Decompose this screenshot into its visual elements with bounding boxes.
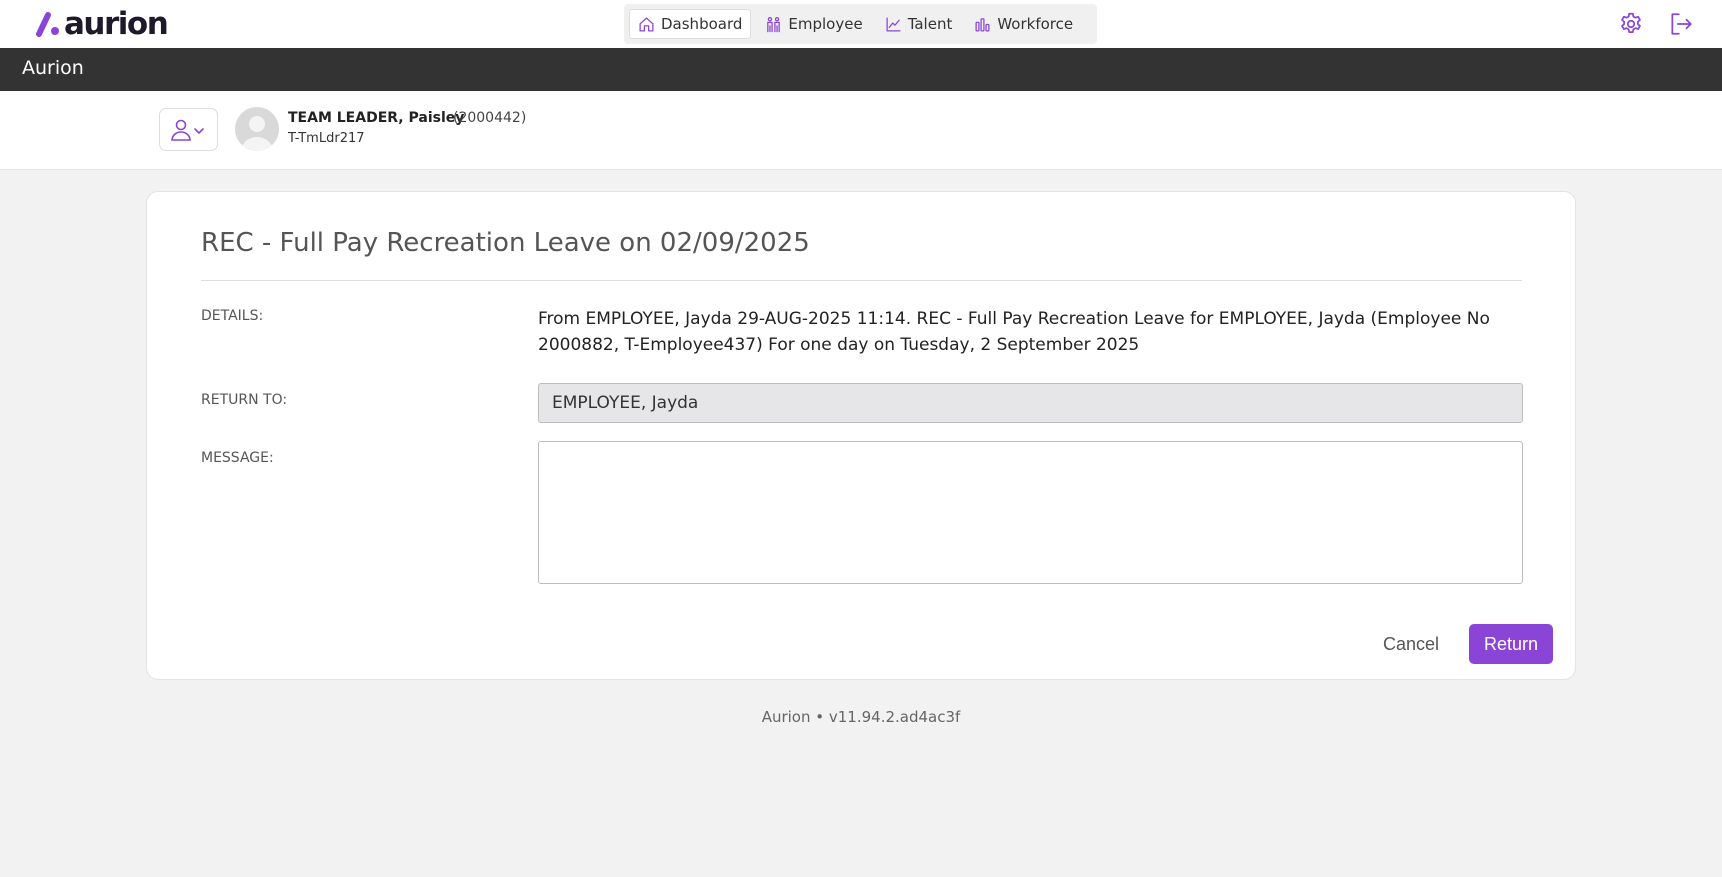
tab-employee-label: Employee xyxy=(788,15,863,33)
return-leave-form-card: REC - Full Pay Recreation Leave on 02/09… xyxy=(146,191,1576,680)
user-bar: TEAM LEADER, Paisley (2000442) T-TmLdr21… xyxy=(0,91,1722,170)
home-icon xyxy=(639,16,654,32)
app-bar: Aurion xyxy=(0,48,1722,91)
details-label: DETAILS: xyxy=(201,308,264,324)
main-nav-tabs: Dashboard Employee Talent Workforce xyxy=(624,4,1097,44)
user-employee-id: (2000442) xyxy=(453,110,527,126)
tab-talent[interactable]: Talent xyxy=(877,9,961,39)
return-button[interactable]: Return xyxy=(1469,624,1553,664)
tab-talent-label: Talent xyxy=(907,15,953,33)
tab-workforce-label: Workforce xyxy=(997,15,1074,33)
bar-chart-icon xyxy=(975,17,990,32)
settings-button[interactable] xyxy=(1617,10,1645,38)
gear-icon xyxy=(1621,12,1641,33)
version-footer: Aurion • v11.94.2.ad4ac3f xyxy=(761,708,961,726)
return-to-field: EMPLOYEE, Jayda xyxy=(538,383,1523,423)
page-title: REC - Full Pay Recreation Leave on 02/09… xyxy=(201,228,810,258)
avatar-placeholder-icon xyxy=(241,116,273,151)
user-name: TEAM LEADER, Paisley xyxy=(288,110,465,126)
tab-dashboard-label: Dashboard xyxy=(661,15,743,33)
tab-workforce[interactable]: Workforce xyxy=(966,9,1081,39)
aurion-logo[interactable]: aurion xyxy=(36,6,169,42)
message-label: MESSAGE: xyxy=(201,450,274,466)
logout-icon xyxy=(1671,13,1692,35)
people-icon xyxy=(767,16,781,32)
logout-button[interactable] xyxy=(1667,10,1695,38)
app-title: Aurion xyxy=(22,57,84,79)
top-nav: aurion Dashboard Employee Talent Workfor… xyxy=(0,0,1722,48)
user-login-id: T-TmLdr217 xyxy=(288,131,365,146)
logo-text: aurion xyxy=(64,6,169,42)
trend-chart-icon xyxy=(886,16,901,32)
tab-employee[interactable]: Employee xyxy=(757,9,870,39)
user-chevron-icon xyxy=(170,119,204,141)
tab-dashboard[interactable]: Dashboard xyxy=(629,9,752,39)
user-switcher-button[interactable] xyxy=(159,108,218,151)
avatar xyxy=(235,107,279,151)
details-text: From EMPLOYEE, Jayda 29-AUG-2025 11:14. … xyxy=(538,309,1490,355)
cancel-button[interactable]: Cancel xyxy=(1383,624,1439,664)
return-to-label: RETURN TO: xyxy=(201,392,288,408)
aurion-logo-icon xyxy=(36,12,59,37)
message-input[interactable] xyxy=(538,441,1523,584)
title-divider xyxy=(201,280,1522,281)
